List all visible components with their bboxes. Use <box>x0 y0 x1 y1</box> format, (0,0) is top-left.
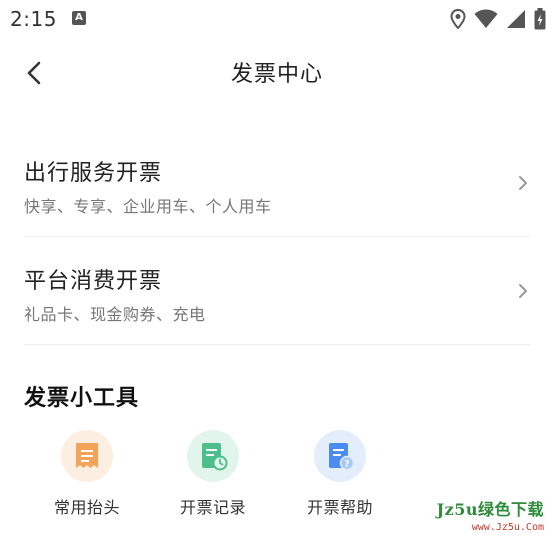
tool-icon-circle: ? <box>314 430 366 482</box>
notification-a-icon: A <box>72 11 86 25</box>
watermark-url: www.Jz5u.Com <box>471 522 544 533</box>
tool-label: 开票帮助 <box>306 498 373 517</box>
menu-item-title: 平台消费开票 <box>24 269 163 294</box>
status-icons <box>450 8 546 30</box>
svg-text:?: ? <box>344 460 349 470</box>
menu-item-subtitle: 快享、专享、企业用车、个人用车 <box>24 197 272 216</box>
tool-icon-circle <box>187 430 239 482</box>
menu-item-platform-invoice[interactable]: 平台消费开票 礼品卡、现金购券、充电 <box>24 263 530 369</box>
chevron-right-icon <box>519 176 527 190</box>
nav-bar: 发票中心 <box>0 50 554 94</box>
document-help-icon: ? <box>329 443 355 471</box>
wifi-icon <box>474 9 498 28</box>
signal-icon <box>507 10 525 28</box>
menu-item-travel-invoice[interactable]: 出行服务开票 快享、专享、企业用车、个人用车 <box>24 155 530 261</box>
tool-invoice-help[interactable]: ? 开票帮助 <box>285 430 395 518</box>
document-clock-icon <box>202 443 228 471</box>
tool-icon-circle <box>61 430 113 482</box>
menu-item-subtitle: 礼品卡、现金购券、充电 <box>24 305 206 324</box>
status-bar: 2:15 A <box>0 0 554 38</box>
section-title: 发票小工具 <box>24 386 140 411</box>
battery-charging-icon <box>534 8 546 30</box>
tool-invoice-records[interactable]: 开票记录 <box>158 430 268 518</box>
status-time: 2:15 <box>10 7 57 31</box>
location-icon <box>450 9 466 29</box>
page-title: 发票中心 <box>230 62 323 87</box>
tool-label: 常用抬头 <box>53 498 120 517</box>
watermark: Jz5u绿色下载 www.Jz5u.Com <box>437 496 544 533</box>
menu-item-title: 出行服务开票 <box>24 161 163 186</box>
chevron-right-icon <box>519 284 527 298</box>
divider <box>24 236 530 237</box>
tool-label: 开票记录 <box>179 498 246 517</box>
receipt-icon <box>76 443 98 468</box>
divider <box>24 344 530 345</box>
tool-common-header[interactable]: 常用抬头 <box>32 430 142 518</box>
watermark-main: Jz5u绿色下载 <box>436 500 544 519</box>
